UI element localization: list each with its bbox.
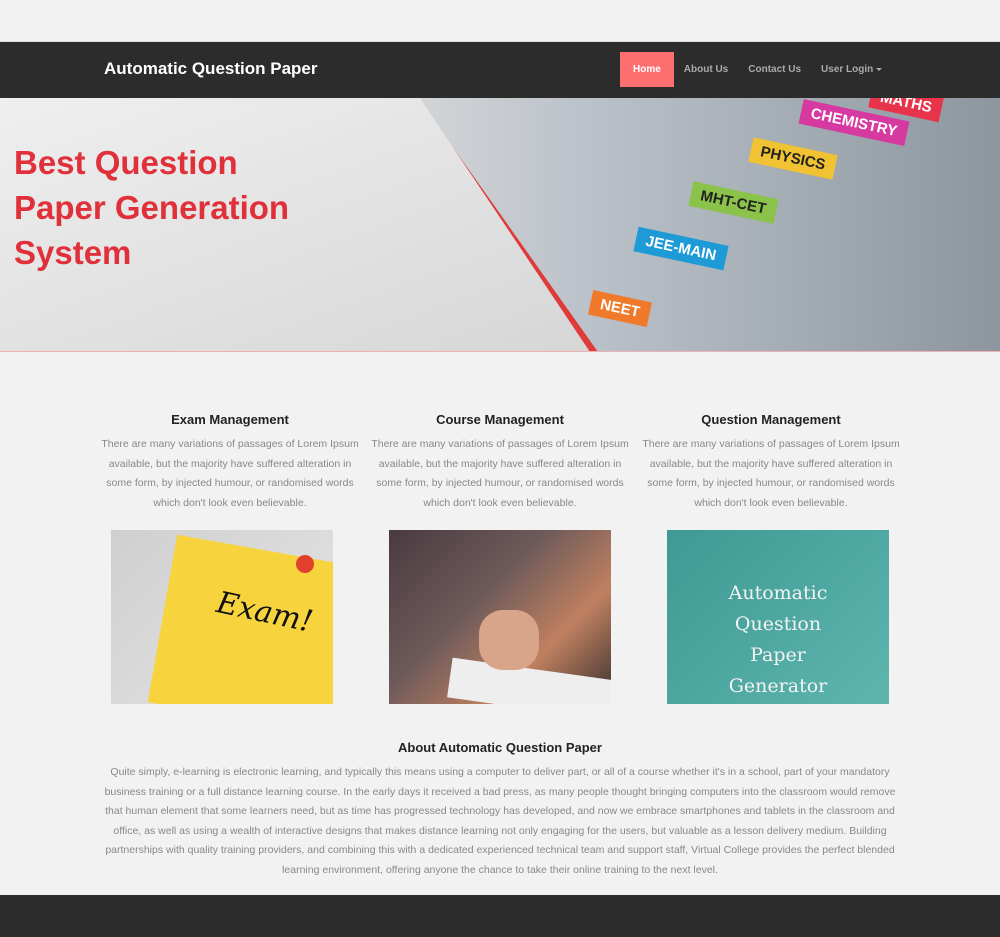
banner-tag: JEE-MAIN	[633, 226, 729, 271]
generator-text: Automatic Question Paper Generator	[728, 582, 828, 697]
nav-user-login[interactable]: User Login	[811, 52, 892, 87]
about-section: About Automatic Question Paper Quite sim…	[100, 740, 900, 880]
caret-down-icon	[876, 67, 883, 71]
feature-course-management: Course Management There are many variati…	[370, 412, 630, 513]
exam-image: Exam!	[111, 530, 333, 704]
banner-tag: MHT-CET	[688, 181, 779, 224]
navbar: Automatic Question Paper Home About Us C…	[0, 41, 1000, 98]
hero-banner: MATHS CHEMISTRY PHYSICS MHT-CET JEE-MAIN…	[0, 98, 1000, 352]
nav-about-us[interactable]: About Us	[674, 52, 738, 87]
headline-line: Paper Generation	[14, 189, 290, 226]
feature-exam-management: Exam Management There are many variation…	[100, 412, 360, 513]
hand	[479, 610, 539, 670]
footer	[0, 895, 1000, 937]
headline-line: System	[14, 234, 132, 271]
pin-icon	[296, 555, 314, 573]
feature-text: There are many variations of passages of…	[371, 438, 629, 509]
banner-tag: PHYSICS	[748, 137, 838, 180]
banner-tag: NEET	[588, 290, 652, 327]
banner-headline: Best Question Paper Generation System	[14, 140, 289, 275]
nav-home[interactable]: Home	[620, 52, 674, 87]
course-image	[389, 530, 611, 704]
brand-title[interactable]: Automatic Question Paper	[104, 59, 317, 79]
feature-text: There are many variations of passages of…	[642, 438, 900, 509]
feature-text: There are many variations of passages of…	[101, 438, 359, 509]
headline-line: Best Question	[14, 144, 238, 181]
nav-contact-us[interactable]: Contact Us	[738, 52, 811, 87]
feature-question-management: Question Management There are many varia…	[641, 412, 901, 513]
about-text: Quite simply, e-learning is electronic l…	[104, 766, 896, 876]
user-login-label: User Login	[821, 64, 874, 75]
question-generator-image: Automatic Question Paper Generator	[667, 530, 889, 704]
about-title: About Automatic Question Paper	[398, 740, 602, 755]
feature-title: Course Management	[436, 412, 564, 427]
feature-title: Exam Management	[171, 412, 289, 427]
feature-title: Question Management	[701, 412, 841, 427]
nav-menu: Home About Us Contact Us User Login	[620, 52, 892, 87]
